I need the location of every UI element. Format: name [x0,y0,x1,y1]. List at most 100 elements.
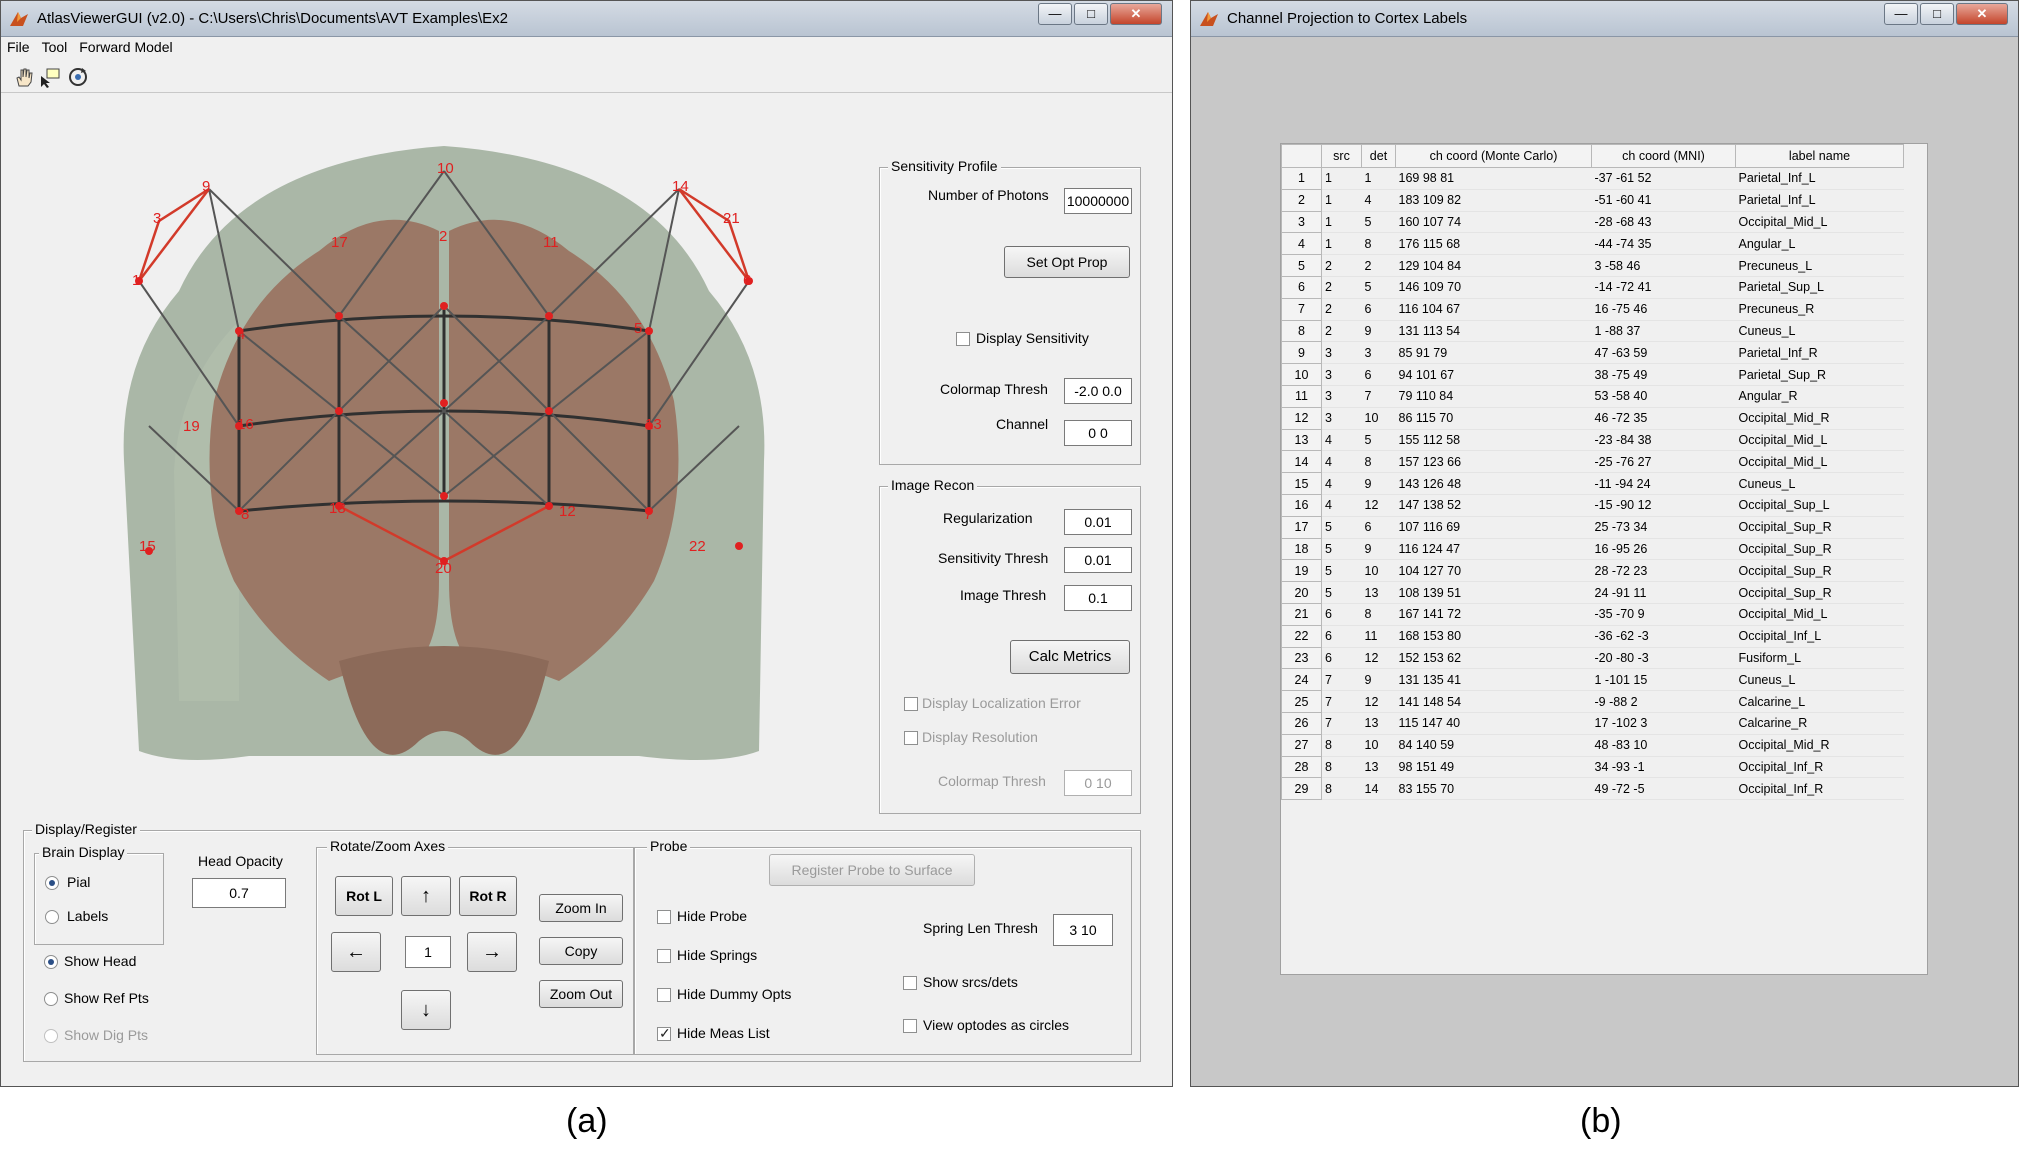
table-cell[interactable]: 1 [1321,189,1362,212]
table-cell[interactable]: -25 -76 27 [1591,450,1736,474]
table-cell[interactable]: 8 [1361,603,1396,626]
close-button[interactable]: ✕ [1110,3,1162,25]
title-bar[interactable]: Channel Projection to Cortex Labels — □ … [1191,1,2018,37]
table-cell[interactable]: -20 -80 -3 [1591,647,1736,670]
table-cell[interactable]: 2 [1321,298,1362,321]
table-cell[interactable]: 84 140 59 [1395,734,1592,757]
table-row[interactable]: 25 7 12 141 148 54 -9 -88 2 Calcarine_L [1281,690,1904,713]
table-cell[interactable]: Parietal_Sup_R [1735,363,1904,386]
table-cell[interactable]: Occipital_Sup_R [1735,538,1904,561]
table-cell[interactable]: 86 115 70 [1395,407,1592,430]
table-cell[interactable]: 3 -58 46 [1591,254,1736,277]
table-cell[interactable]: 25 -73 34 [1591,516,1736,539]
table-cell[interactable]: Occipital_Mid_R [1735,734,1904,757]
calc-metrics-button[interactable]: Calc Metrics [1010,640,1130,674]
hide-springs-checkbox[interactable] [657,949,671,963]
table-cell[interactable]: Cuneus_L [1735,668,1904,692]
table-row[interactable]: 3 1 5 160 107 74 -28 -68 43 Occipital_Mid_L [1281,210,1904,234]
view-optodes-circles-checkbox[interactable] [903,1019,917,1033]
table-cell[interactable]: 94 101 67 [1395,363,1592,386]
hide-dummy-opts-checkbox[interactable] [657,988,671,1002]
table-cell[interactable]: Occipital_Mid_L [1735,603,1904,626]
table-row[interactable]: 4 1 8 176 115 68 -44 -74 35 Angular_L [1281,232,1904,256]
table-row[interactable]: 23 6 12 152 153 62 -20 -80 -3 Fusiform_L [1281,646,1904,670]
table-row[interactable]: 7 2 6 116 104 67 16 -75 46 Precuneus_R [1281,297,1904,321]
display-sensitivity-checkbox[interactable] [956,332,970,346]
minimize-button[interactable]: — [1884,3,1918,25]
menu-forward-model[interactable]: Forward Model [73,37,178,55]
table-cell[interactable]: 9 [1361,538,1396,561]
table-cell[interactable]: -51 -60 41 [1591,189,1736,212]
table-row[interactable]: 1 1 1 169 98 81 -37 -61 52 Parietal_Inf_L [1281,167,1904,190]
table-cell[interactable]: Occipital_Inf_L [1735,625,1904,648]
recon-colormap-thresh-input[interactable]: 0 10 [1064,770,1132,796]
table-cell[interactable]: Occipital_Mid_L [1735,450,1904,474]
table-cell[interactable]: 9 [1361,320,1396,343]
minimize-button[interactable]: — [1038,3,1072,25]
table-cell[interactable]: 131 113 54 [1395,320,1592,343]
table-cell[interactable]: 8 [1321,734,1362,757]
rotate-up-button[interactable]: ↑ [401,876,451,916]
table-cell[interactable]: -35 -70 9 [1591,603,1736,626]
table-cell[interactable]: 3 [1321,363,1362,386]
table-cell[interactable]: -15 -90 12 [1591,494,1736,517]
table-cell[interactable]: Occipital_Inf_R [1735,777,1904,801]
maximize-button[interactable]: □ [1920,3,1954,25]
zoom-out-button[interactable]: Zoom Out [539,980,623,1008]
table-cell[interactable]: 169 98 81 [1395,167,1592,190]
table-cell[interactable]: 1 [1321,211,1362,234]
table-row[interactable]: 9 3 3 85 91 79 47 -63 59 Parietal_Inf_R [1281,341,1904,365]
table-cell[interactable]: 14 [1361,777,1396,801]
table-cell[interactable]: 1 [1361,167,1396,190]
table-cell[interactable]: 3 [1321,341,1362,365]
table-cell[interactable]: 10 [1361,734,1396,757]
table-cell[interactable]: 7 [1361,385,1396,408]
table-row[interactable]: 18 5 9 116 124 47 16 -95 26 Occipital_Sup_R [1281,537,1904,561]
table-cell[interactable]: 143 126 48 [1395,472,1592,495]
table-cell[interactable]: 4 [1361,189,1396,212]
table-cell[interactable]: 3 [1361,341,1396,365]
show-srcs-dets-checkbox[interactable] [903,976,917,990]
table-cell[interactable]: 3 [1321,407,1362,430]
table-cell[interactable]: 16 -75 46 [1591,298,1736,321]
table-cell[interactable]: -23 -84 38 [1591,429,1736,452]
labels-radio[interactable] [45,910,59,924]
table-cell[interactable]: Occipital_Mid_L [1735,211,1904,234]
table-cell[interactable]: 4 [1321,429,1362,452]
rotate-arrow-right-button[interactable]: → [467,932,517,972]
table-cell[interactable]: 4 [1321,472,1362,495]
table-cell[interactable]: 3 [1321,385,1362,408]
table-cell[interactable]: 5 [1321,581,1362,604]
column-header[interactable]: src [1321,144,1362,168]
table-cell[interactable]: 34 -93 -1 [1591,756,1736,779]
show-dig-pts-checkbox[interactable] [44,1029,58,1043]
table-cell[interactable]: 53 -58 40 [1591,385,1736,408]
copy-button[interactable]: Copy [539,937,623,965]
table-cell[interactable]: 4 [1321,450,1362,474]
table-cell[interactable]: 5 [1361,429,1396,452]
table-cell[interactable]: 48 -83 10 [1591,734,1736,757]
table-row[interactable]: 29 8 14 83 155 70 49 -72 -5 Occipital_Inf_R [1281,777,1904,801]
table-cell[interactable]: 6 [1361,298,1396,321]
table-cell[interactable]: 116 124 47 [1395,538,1592,561]
table-cell[interactable]: 85 91 79 [1395,341,1592,365]
table-cell[interactable]: 2 [1321,320,1362,343]
colormap-thresh-input[interactable]: -2.0 0.0 [1064,378,1132,404]
table-row[interactable]: 17 5 6 107 116 69 25 -73 34 Occipital_Sup_R [1281,515,1904,539]
table-cell[interactable]: Angular_L [1735,232,1904,256]
table-cell[interactable]: Occipital_Sup_R [1735,516,1904,539]
table-cell[interactable]: 16 -95 26 [1591,538,1736,561]
table-cell[interactable]: 104 127 70 [1395,559,1592,583]
table-row[interactable]: 27 8 10 84 140 59 48 -83 10 Occipital_Mid_R [1281,733,1904,757]
table-cell[interactable]: -14 -72 41 [1591,276,1736,299]
table-row[interactable]: 13 4 5 155 112 58 -23 -84 38 Occipital_Mid_L [1281,428,1904,452]
table-cell[interactable]: 12 [1361,647,1396,670]
table-cell[interactable]: -9 -88 2 [1591,690,1736,713]
pial-radio[interactable] [45,876,59,890]
table-cell[interactable]: 157 123 66 [1395,450,1592,474]
table-cell[interactable]: 5 [1321,516,1362,539]
table-cell[interactable]: Parietal_Sup_L [1735,276,1904,299]
table-cell[interactable]: 47 -63 59 [1591,341,1736,365]
table-cell[interactable]: Occipital_Sup_R [1735,559,1904,583]
brain-3d-view[interactable]: 10 9 3 1 14 21 6 17 2 11 19 5 4 15 8 7 1… [119,141,769,781]
